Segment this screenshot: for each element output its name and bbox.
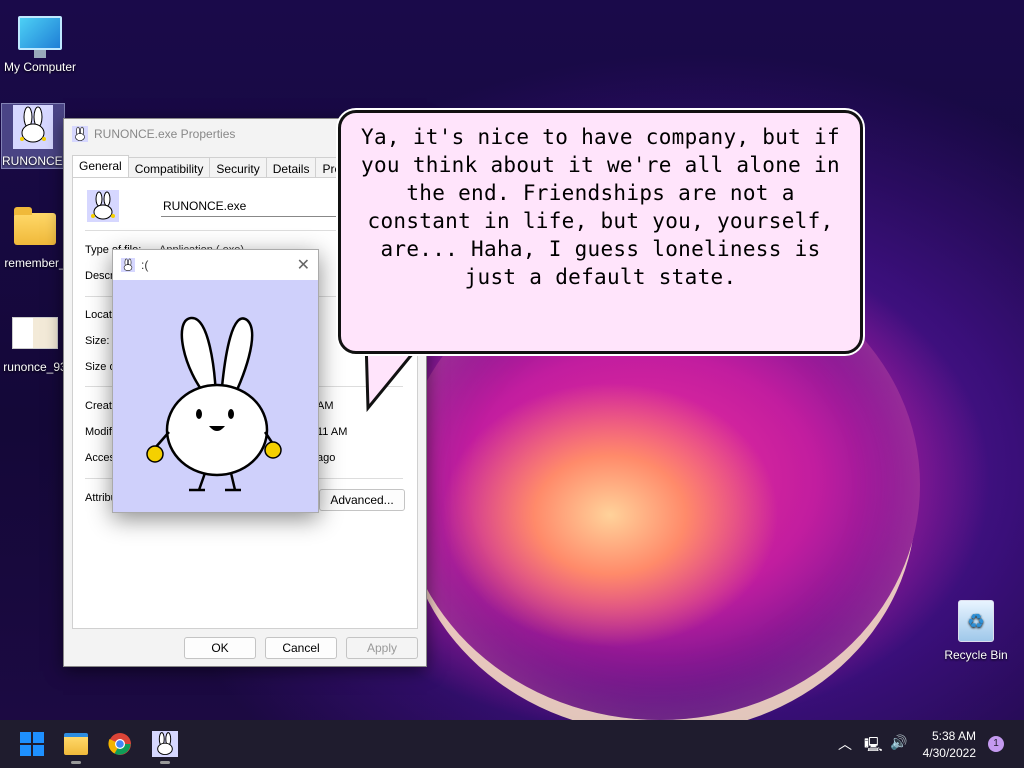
chevron-up-icon[interactable]: ︿ <box>838 734 852 754</box>
desktop-icon-label: My Computer <box>3 60 77 74</box>
clock[interactable]: 5:38 AM 4/30/2022 <box>923 729 976 760</box>
speech-bubble-text: Ya, it's nice to have company, but if yo… <box>361 125 840 289</box>
start-button[interactable] <box>18 730 46 758</box>
running-indicator <box>160 761 170 764</box>
desktop-icon-runonce[interactable]: RUNONCE. <box>1 103 65 169</box>
size-on-disk-label: Size o <box>85 361 116 373</box>
desktop-icon-label: runonce_93 <box>3 360 67 374</box>
desktop-icon-label: remember_ <box>4 256 66 270</box>
bunny-exe-icon <box>10 104 56 150</box>
window-title: RUNONCE.exe Properties <box>94 127 236 141</box>
location-label: Locati <box>85 309 115 321</box>
desktop-icon-recycle-bin[interactable]: ♻ Recycle Bin <box>936 598 1016 662</box>
volume-icon[interactable]: 🔊 <box>890 734 907 751</box>
file-explorer-icon <box>64 733 88 755</box>
accessed-value: ago <box>317 452 336 464</box>
description-label: Descr <box>85 270 114 282</box>
file-icon <box>87 190 119 222</box>
popup-title: :( <box>141 258 149 272</box>
desktop-icon-label: RUNONCE. <box>2 154 64 168</box>
accessed-label: Acces <box>85 452 115 464</box>
taskbar-file-explorer[interactable] <box>62 730 90 764</box>
popup-titlebar[interactable]: :( <box>113 250 318 280</box>
bunny-illustration <box>113 280 318 512</box>
running-indicator <box>71 761 81 764</box>
start-icon <box>20 732 44 756</box>
folder-icon <box>12 206 58 252</box>
chrome-icon <box>108 733 131 755</box>
taskbar-runonce[interactable] <box>151 730 179 764</box>
recycle-bin-icon: ♻ <box>953 598 999 644</box>
notification-badge[interactable]: 1 <box>988 736 1004 752</box>
cancel-button[interactable]: Cancel <box>265 637 337 659</box>
bunny-character <box>146 316 282 492</box>
filename-field[interactable]: RUNONCE.exe <box>161 196 339 217</box>
taskbar: ︿ 🖳 🔊 5:38 AM 4/30/2022 <box>0 720 1024 768</box>
close-icon[interactable]: ✕ <box>297 255 310 275</box>
sad-popup-window: :( ✕ <box>112 249 319 513</box>
clock-date: 4/30/2022 <box>922 746 976 760</box>
desktop-icon-runonce-image[interactable]: runonce_93 <box>0 310 70 374</box>
created-value: AM <box>317 400 334 412</box>
apply-button[interactable]: Apply <box>346 637 418 659</box>
desktop-icon-my-computer[interactable]: My Computer <box>0 10 80 74</box>
size-label: Size: <box>85 335 110 347</box>
modified-label: Modifi <box>85 426 115 438</box>
advanced-button[interactable]: Advanced... <box>319 489 405 511</box>
bunny-small-icon <box>72 126 88 142</box>
desktop-icon-label: Recycle Bin <box>944 648 1008 662</box>
modified-value: 11 AM <box>317 426 348 438</box>
speech-bubble: Ya, it's nice to have company, but if yo… <box>338 110 863 354</box>
clock-time: 5:38 AM <box>931 729 976 743</box>
network-icon[interactable]: 🖳 <box>864 734 883 758</box>
bunny-small-icon <box>121 258 135 272</box>
taskbar-chrome[interactable] <box>106 730 134 758</box>
desktop-icon-remember-folder[interactable]: remember_ <box>0 206 70 270</box>
image-thumbnail-icon <box>12 310 58 356</box>
ok-button[interactable]: OK <box>184 637 256 659</box>
computer-icon <box>17 10 63 58</box>
bunny-app-icon <box>152 731 178 757</box>
